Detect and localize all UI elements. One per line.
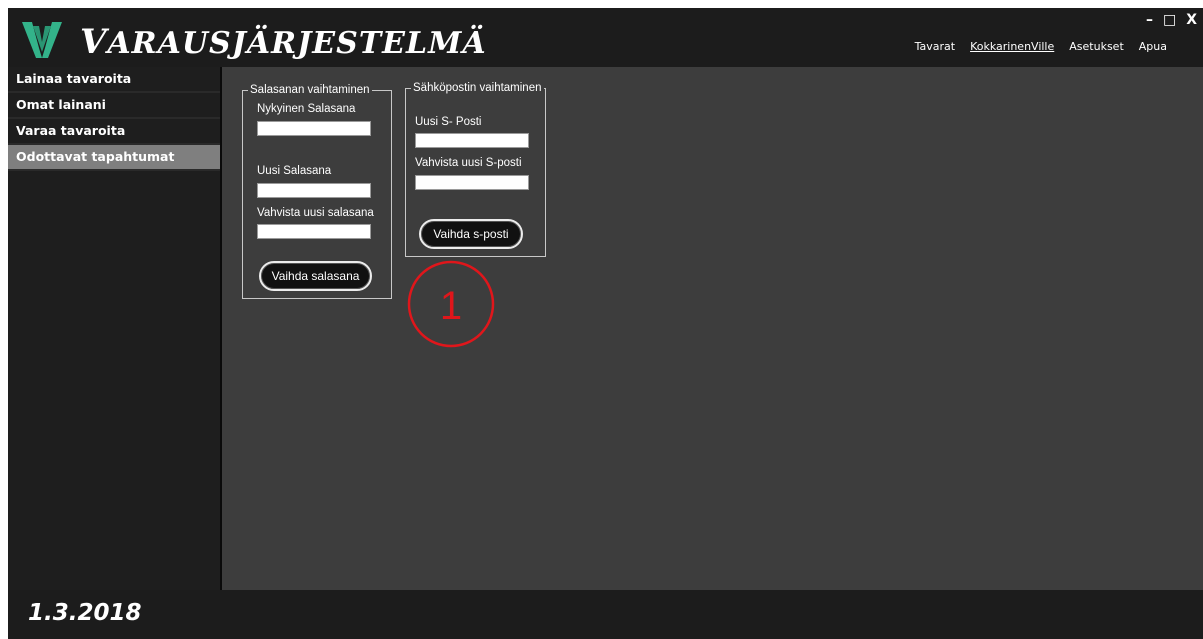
nav-user-link[interactable]: KokkarinenVille bbox=[970, 40, 1054, 53]
new-email-field[interactable] bbox=[415, 133, 529, 148]
sidebar-item-lainaa-tavaroita[interactable]: Lainaa tavaroita bbox=[8, 67, 220, 93]
app-title: VARAUSJÄRJESTELMÄ bbox=[80, 22, 487, 62]
current-password-label: Nykyinen Salasana bbox=[257, 103, 356, 115]
footer-bar: 1.3.2018 bbox=[8, 590, 1203, 639]
footer-date: 1.3.2018 bbox=[28, 600, 142, 626]
change-password-button[interactable]: Vaihda salasana bbox=[259, 261, 372, 291]
confirm-email-field[interactable] bbox=[415, 175, 529, 190]
close-icon[interactable]: X bbox=[1186, 12, 1197, 28]
sidebar-item-odottavat-tapahtumat[interactable]: Odottavat tapahtumat bbox=[8, 145, 220, 171]
nav-asetukset[interactable]: Asetukset bbox=[1069, 40, 1124, 53]
password-change-group: Salasanan vaihtaminen Nykyinen Salasana … bbox=[242, 84, 392, 299]
confirm-password-label: Vahvista uusi salasana bbox=[257, 207, 374, 219]
password-group-legend: Salasanan vaihtaminen bbox=[248, 84, 372, 97]
annotation-number: 1 bbox=[440, 284, 462, 328]
new-password-field[interactable] bbox=[257, 183, 371, 198]
app-window: VARAUSJÄRJESTELMÄ – □ X Tavarat Kokkarin… bbox=[8, 8, 1203, 639]
confirm-email-label: Vahvista uusi S-posti bbox=[415, 157, 522, 169]
email-change-group: Sähköpostin vaihtaminen Uusi S- Posti Va… bbox=[405, 82, 546, 257]
confirm-password-field[interactable] bbox=[257, 224, 371, 239]
sidebar-item-varaa-tavaroita[interactable]: Varaa tavaroita bbox=[8, 119, 220, 145]
annotation-marker: 1 bbox=[407, 260, 495, 348]
email-group-legend: Sähköpostin vaihtaminen bbox=[411, 82, 544, 95]
title-bar: VARAUSJÄRJESTELMÄ – □ X Tavarat Kokkarin… bbox=[8, 8, 1203, 67]
minimize-icon[interactable]: – bbox=[1146, 12, 1153, 28]
maximize-icon[interactable]: □ bbox=[1163, 12, 1176, 28]
change-email-button[interactable]: Vaihda s-posti bbox=[419, 219, 523, 249]
sidebar: Lainaa tavaroita Omat lainani Varaa tava… bbox=[8, 67, 222, 590]
window-controls: – □ X bbox=[1146, 12, 1197, 28]
new-password-label: Uusi Salasana bbox=[257, 165, 332, 177]
new-email-label: Uusi S- Posti bbox=[415, 116, 482, 128]
logo-icon bbox=[22, 22, 62, 58]
current-password-field[interactable] bbox=[257, 121, 371, 136]
nav-tavarat[interactable]: Tavarat bbox=[915, 40, 955, 53]
top-navigation: Tavarat KokkarinenVille Asetukset Apua bbox=[915, 40, 1167, 53]
nav-apua[interactable]: Apua bbox=[1139, 40, 1167, 53]
sidebar-item-omat-lainani[interactable]: Omat lainani bbox=[8, 93, 220, 119]
